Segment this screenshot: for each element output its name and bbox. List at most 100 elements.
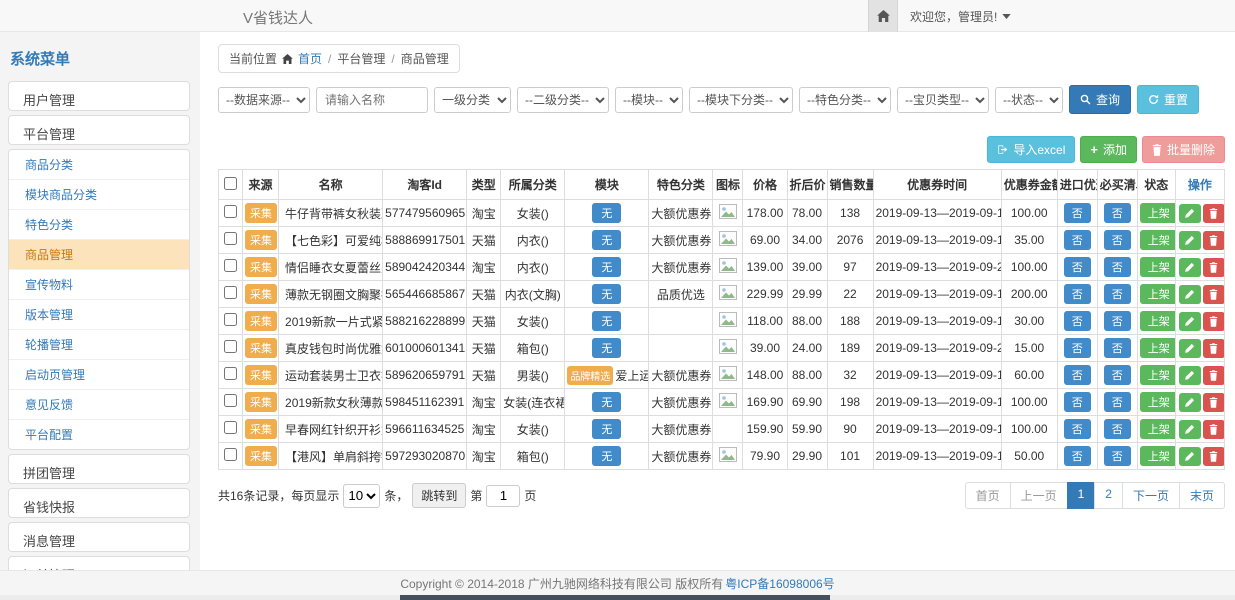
reset-button[interactable]: 重置 xyxy=(1137,85,1199,114)
delete-button[interactable] xyxy=(1203,393,1225,412)
filter-select-6[interactable]: --特色分类-- xyxy=(799,87,891,113)
sidebar-subitem-6[interactable]: 宣传物料 xyxy=(9,270,189,300)
edit-button[interactable] xyxy=(1179,285,1201,304)
name-search-input[interactable] xyxy=(316,87,428,113)
status-toggle[interactable]: 上架 xyxy=(1140,257,1176,277)
filter-select-2[interactable]: 一级分类 xyxy=(434,87,511,113)
edit-button[interactable] xyxy=(1179,393,1201,412)
row-checkbox[interactable] xyxy=(224,259,237,272)
page-button-3[interactable]: 2 xyxy=(1094,482,1123,509)
must-buy-toggle[interactable]: 否 xyxy=(1104,338,1131,358)
icp-link[interactable]: 粤ICP备16098006号 xyxy=(725,575,834,592)
page-button-1[interactable]: 上一页 xyxy=(1010,482,1068,509)
filter-select-3[interactable]: --二级分类-- xyxy=(517,87,609,113)
status-toggle[interactable]: 上架 xyxy=(1140,203,1176,223)
sidebar-item-13[interactable]: 省钱快报 xyxy=(8,488,190,518)
delete-button[interactable] xyxy=(1203,339,1225,358)
status-toggle[interactable]: 上架 xyxy=(1140,284,1176,304)
sidebar-item-0[interactable]: 用户管理 xyxy=(8,81,190,111)
sidebar-subitem-10[interactable]: 意见反馈 xyxy=(9,390,189,420)
jump-page-input[interactable] xyxy=(486,485,520,507)
batch-delete-button[interactable]: 批量删除 xyxy=(1142,136,1225,163)
delete-button[interactable] xyxy=(1203,420,1225,439)
must-buy-toggle[interactable]: 否 xyxy=(1104,392,1131,412)
must-buy-toggle[interactable]: 否 xyxy=(1104,230,1131,250)
must-buy-toggle[interactable]: 否 xyxy=(1104,365,1131,385)
status-toggle[interactable]: 上架 xyxy=(1140,338,1176,358)
sidebar-item-14[interactable]: 消息管理 xyxy=(8,522,190,552)
sidebar-subitem-2[interactable]: 商品分类 xyxy=(9,150,189,180)
search-button[interactable]: 查询 xyxy=(1069,85,1131,114)
sidebar-subitem-3[interactable]: 模块商品分类 xyxy=(9,180,189,210)
delete-button[interactable] xyxy=(1203,231,1225,250)
sidebar-subitem-11[interactable]: 平台配置 xyxy=(9,420,189,449)
edit-button[interactable] xyxy=(1179,204,1201,223)
import-pref-toggle[interactable]: 否 xyxy=(1064,392,1091,412)
must-buy-toggle[interactable]: 否 xyxy=(1104,284,1131,304)
sidebar-subitem-7[interactable]: 版本管理 xyxy=(9,300,189,330)
filter-select-5[interactable]: --模块下分类-- xyxy=(689,87,793,113)
row-checkbox[interactable] xyxy=(224,205,237,218)
select-all-checkbox[interactable] xyxy=(224,177,237,190)
edit-button[interactable] xyxy=(1179,258,1201,277)
must-buy-toggle[interactable]: 否 xyxy=(1104,446,1131,466)
page-button-5[interactable]: 末页 xyxy=(1179,482,1225,509)
user-menu[interactable]: 欢迎您，管理员! xyxy=(898,8,1023,25)
page-button-4[interactable]: 下一页 xyxy=(1122,482,1180,509)
row-checkbox[interactable] xyxy=(224,286,237,299)
sidebar-subitem-8[interactable]: 轮播管理 xyxy=(9,330,189,360)
edit-button[interactable] xyxy=(1179,447,1201,466)
edit-button[interactable] xyxy=(1179,231,1201,250)
scrollbar-thumb[interactable] xyxy=(400,595,830,600)
add-button[interactable]: + 添加 xyxy=(1080,136,1137,163)
breadcrumb-home-link[interactable]: 首页 xyxy=(298,50,322,67)
horizontal-scrollbar[interactable] xyxy=(0,595,1235,600)
row-checkbox[interactable] xyxy=(224,313,237,326)
status-toggle[interactable]: 上架 xyxy=(1140,365,1176,385)
sidebar-subitem-5[interactable]: 商品管理 xyxy=(9,240,189,270)
must-buy-toggle[interactable]: 否 xyxy=(1104,203,1131,223)
import-pref-toggle[interactable]: 否 xyxy=(1064,311,1091,331)
filter-select-0[interactable]: --数据来源-- xyxy=(218,87,310,113)
delete-button[interactable] xyxy=(1203,258,1225,277)
row-checkbox[interactable] xyxy=(224,421,237,434)
edit-button[interactable] xyxy=(1179,339,1201,358)
sidebar-item-12[interactable]: 拼团管理 xyxy=(8,454,190,484)
import-pref-toggle[interactable]: 否 xyxy=(1064,230,1091,250)
sidebar-item-15[interactable]: 订单管理 xyxy=(8,556,190,570)
import-pref-toggle[interactable]: 否 xyxy=(1064,203,1091,223)
edit-button[interactable] xyxy=(1179,312,1201,331)
must-buy-toggle[interactable]: 否 xyxy=(1104,311,1131,331)
import-pref-toggle[interactable]: 否 xyxy=(1064,446,1091,466)
page-button-2[interactable]: 1 xyxy=(1067,482,1096,509)
must-buy-toggle[interactable]: 否 xyxy=(1104,419,1131,439)
status-toggle[interactable]: 上架 xyxy=(1140,311,1176,331)
delete-button[interactable] xyxy=(1203,204,1225,223)
filter-select-8[interactable]: --状态-- xyxy=(995,87,1063,113)
sidebar-subitem-4[interactable]: 特色分类 xyxy=(9,210,189,240)
status-toggle[interactable]: 上架 xyxy=(1140,419,1176,439)
delete-button[interactable] xyxy=(1203,285,1225,304)
sidebar-subitem-9[interactable]: 启动页管理 xyxy=(9,360,189,390)
row-checkbox[interactable] xyxy=(224,394,237,407)
row-checkbox[interactable] xyxy=(224,367,237,380)
edit-button[interactable] xyxy=(1179,366,1201,385)
filter-select-4[interactable]: --模块-- xyxy=(615,87,683,113)
status-toggle[interactable]: 上架 xyxy=(1140,446,1176,466)
row-checkbox[interactable] xyxy=(224,232,237,245)
import-pref-toggle[interactable]: 否 xyxy=(1064,365,1091,385)
delete-button[interactable] xyxy=(1203,447,1225,466)
filter-select-7[interactable]: --宝贝类型-- xyxy=(897,87,989,113)
status-toggle[interactable]: 上架 xyxy=(1140,230,1176,250)
delete-button[interactable] xyxy=(1203,312,1225,331)
import-pref-toggle[interactable]: 否 xyxy=(1064,257,1091,277)
home-button[interactable] xyxy=(868,0,898,32)
import-pref-toggle[interactable]: 否 xyxy=(1064,419,1091,439)
row-checkbox[interactable] xyxy=(224,448,237,461)
status-toggle[interactable]: 上架 xyxy=(1140,392,1176,412)
delete-button[interactable] xyxy=(1203,366,1225,385)
must-buy-toggle[interactable]: 否 xyxy=(1104,257,1131,277)
import-excel-button[interactable]: 导入excel xyxy=(987,136,1075,163)
per-page-select[interactable]: 10 xyxy=(343,484,380,508)
row-checkbox[interactable] xyxy=(224,340,237,353)
